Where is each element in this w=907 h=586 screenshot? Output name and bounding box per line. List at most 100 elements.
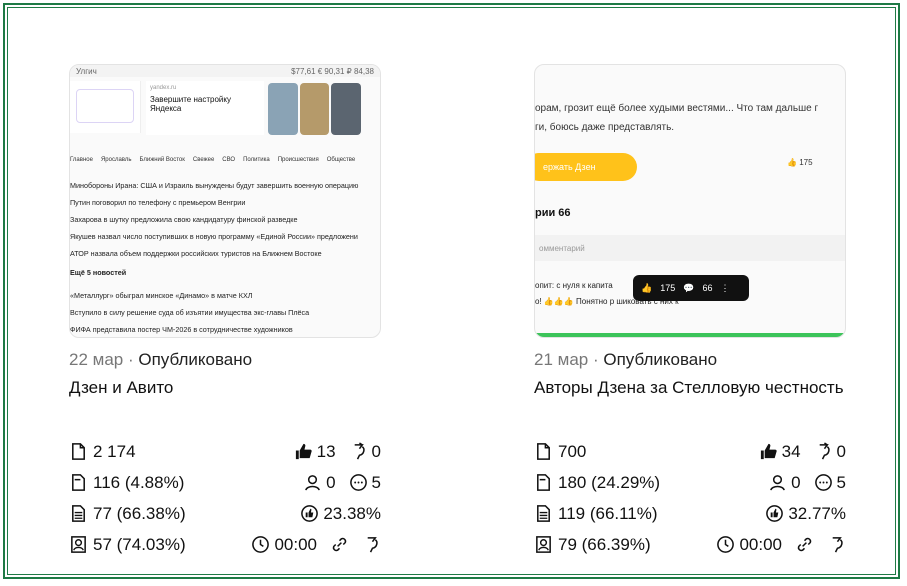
reads-count: 77 (66.38%) (93, 503, 186, 523)
thumb-images (268, 83, 362, 135)
thumb-reaction-overlay: 👍 175 💬 66 ⋮ (633, 275, 749, 301)
views-count: 2 174 (93, 441, 136, 461)
article-title[interactable]: Дзен и Авито (69, 376, 381, 400)
thumb-comment-line: опит: с нуля к капита (535, 281, 613, 290)
clock-icon (717, 536, 735, 553)
stats-row: 57 (74.03%) 00:00 (69, 529, 381, 560)
full-reads-count: 57 (74.03%) (93, 534, 186, 554)
thumb-news-item: Якушев назвал число поступивших в новую … (70, 232, 358, 241)
publish-date: 22 мар (69, 350, 124, 369)
article-stats: 2 174 13 0 116 (4.88%) 0 5 77 (66.38%) 2… (69, 436, 381, 560)
article-card[interactable]: Улгич $77,61 € 90,31 ₽ 84,38 yandex.ru З… (69, 64, 381, 554)
link-icon[interactable] (330, 535, 349, 554)
share-icon[interactable] (827, 535, 846, 554)
thumb-news-item: ФИФА представила постер ЧМ-2026 в сотруд… (70, 325, 293, 334)
thumb-text-line: ги, боюсь даже представлять. (535, 122, 675, 133)
meta-separator: · (592, 350, 599, 369)
article-card[interactable]: орам, грозит ещё более худыми вестями...… (534, 64, 846, 554)
thumb-news-item: Путин поговорил по телефону с премьером … (70, 198, 246, 207)
document-lines-icon (537, 505, 550, 522)
ctr-value: 32.77% (788, 503, 846, 523)
likes-count: 13 (316, 441, 336, 461)
subscribers-count: 0 (791, 472, 801, 492)
thumb-widget (70, 81, 141, 133)
thumb-tabs: Главное Ярославль Ближний Восток Свежее … (70, 157, 380, 163)
stats-row: 116 (4.88%) 0 5 (69, 467, 381, 498)
thumb-button-label: ержать Дзен (543, 162, 596, 172)
thumbs-up-icon (295, 443, 312, 460)
thumb-news-item: «Металлург» обыграл минское «Динамо» в м… (70, 291, 253, 300)
thumb-overlay-like-icon: 👍 (641, 282, 653, 293)
thumb-tab: Ближний Восток (139, 157, 185, 163)
article-meta: 21 мар · Опубликовано (534, 350, 846, 370)
share-icon[interactable] (362, 535, 381, 554)
user-icon (305, 475, 320, 491)
thumb-tab: Свежее (192, 157, 215, 163)
stats-row: 700 34 0 (534, 436, 846, 467)
reader-icon (71, 536, 86, 553)
repost-icon (354, 442, 365, 460)
article-meta: 22 мар · Опубликовано (69, 350, 381, 370)
stats-row: 2 174 13 0 (69, 436, 381, 467)
thumb-tab: Обществе (326, 157, 356, 163)
thumbs-up-icon (760, 443, 777, 460)
thumb-overlay-more-icon: ⋮ (720, 282, 730, 293)
clock-icon (252, 536, 270, 553)
thumb-overlay-likes: 175 (660, 283, 676, 293)
thumb-tab: Главное (70, 157, 93, 163)
thumb-tab: Политика (243, 157, 270, 163)
article-thumbnail[interactable]: орам, грозит ещё более худыми вестями...… (534, 64, 846, 338)
subscribers-count: 0 (326, 472, 336, 492)
thumb-progress-bar (535, 333, 845, 337)
thumb-news-item: АТОР назвала объем поддержки российских … (70, 249, 322, 258)
thumb-text: орам, грозит ещё более худыми вестями...… (535, 99, 818, 137)
like-rate-icon (301, 505, 319, 522)
reposts-count: 0 (836, 441, 846, 461)
stats-row: 180 (24.29%) 0 5 (534, 467, 846, 498)
thumb-domain: yandex.ru (150, 85, 177, 91)
user-icon (770, 475, 785, 491)
full-reads-count: 79 (66.39%) (558, 534, 651, 554)
reposts-count: 0 (371, 441, 381, 461)
thumb-ya-text: Завершите настройку Яндекса (150, 95, 231, 113)
thumb-news-list: Минобороны Ирана: США и Израиль вынужден… (70, 177, 380, 337)
thumb-yandex-card: yandex.ru Завершите настройку Яндекса (146, 81, 264, 135)
link-icon[interactable] (795, 535, 814, 554)
like-rate-icon (766, 505, 784, 522)
thumb-likes: 👍 175 (787, 158, 813, 167)
thumb-tab: СВО (222, 157, 236, 163)
repost-icon (819, 442, 830, 460)
views-count: 700 (558, 441, 587, 461)
read-time: 00:00 (274, 534, 317, 554)
article-thumbnail[interactable]: Улгич $77,61 € 90,31 ₽ 84,38 yandex.ru З… (69, 64, 381, 338)
comments-count: 5 (836, 472, 846, 492)
thumb-news-item: Вступило в силу решение суда об изъятии … (70, 308, 310, 317)
publish-status: Опубликовано (138, 350, 253, 369)
thumb-rates: $77,61 € 90,31 ₽ 84,38 (291, 66, 374, 76)
publish-date: 21 мар (534, 350, 589, 369)
thumb-likes-count: 175 (799, 158, 813, 167)
comment-icon (349, 474, 367, 491)
thumb-overlay-comment-icon: 💬 (683, 282, 695, 293)
read-time: 00:00 (739, 534, 782, 554)
document-icon (537, 443, 550, 460)
meta-separator: · (127, 350, 134, 369)
thumb-comments-title: рии 66 (535, 207, 571, 219)
article-stats: 700 34 0 180 (24.29%) 0 5 119 (66.11%) 3… (534, 436, 846, 560)
publish-status: Опубликовано (603, 350, 718, 369)
article-title[interactable]: Авторы Дзена за Стелловую честность (534, 376, 846, 400)
thumb-news-item: Минобороны Ирана: США и Израиль вынужден… (70, 181, 359, 190)
opens-count: 116 (4.88%) (93, 472, 185, 492)
thumb-support-button: ержать Дзен (535, 153, 637, 181)
thumb-tab: Ярославль (100, 157, 132, 163)
ctr-value: 23.38% (323, 503, 381, 523)
reads-count: 119 (66.11%) (558, 503, 658, 523)
opens-count: 180 (24.29%) (558, 472, 661, 492)
thumb-city: Улгич (76, 66, 97, 76)
stats-row: 77 (66.38%) 23.38% (69, 498, 381, 529)
thumb-overlay-comments: 66 (702, 283, 713, 293)
document-lines-icon (72, 505, 85, 522)
document-open-icon (72, 474, 85, 491)
thumb-text-line: орам, грозит ещё более худыми вестями...… (535, 103, 819, 114)
thumb-comment-input: омментарий (535, 235, 845, 261)
